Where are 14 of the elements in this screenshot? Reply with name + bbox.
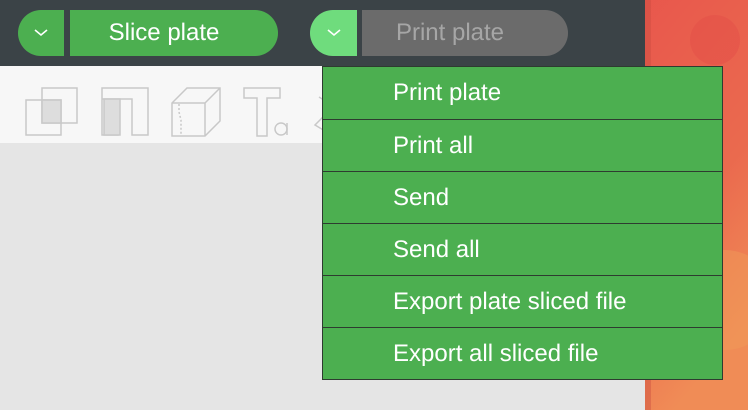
chevron-down-icon (326, 29, 340, 37)
overlap-squares-icon[interactable] (25, 86, 79, 136)
menu-item[interactable]: Print plate (323, 67, 722, 119)
chevron-down-icon (34, 29, 48, 37)
slice-plate-button[interactable]: Slice plate (70, 10, 278, 56)
hatched-shape-icon[interactable] (101, 86, 149, 136)
text-icon[interactable] (243, 86, 291, 136)
cube-icon[interactable] (171, 86, 221, 136)
menu-item[interactable]: Send all (323, 223, 722, 275)
menu-item[interactable]: Export plate sliced file (323, 275, 722, 327)
menu-item[interactable]: Export all sliced file (323, 327, 722, 379)
menu-item[interactable]: Print all (323, 119, 722, 171)
dropdown-button[interactable] (18, 10, 64, 56)
menu-item[interactable]: Send (323, 171, 722, 223)
